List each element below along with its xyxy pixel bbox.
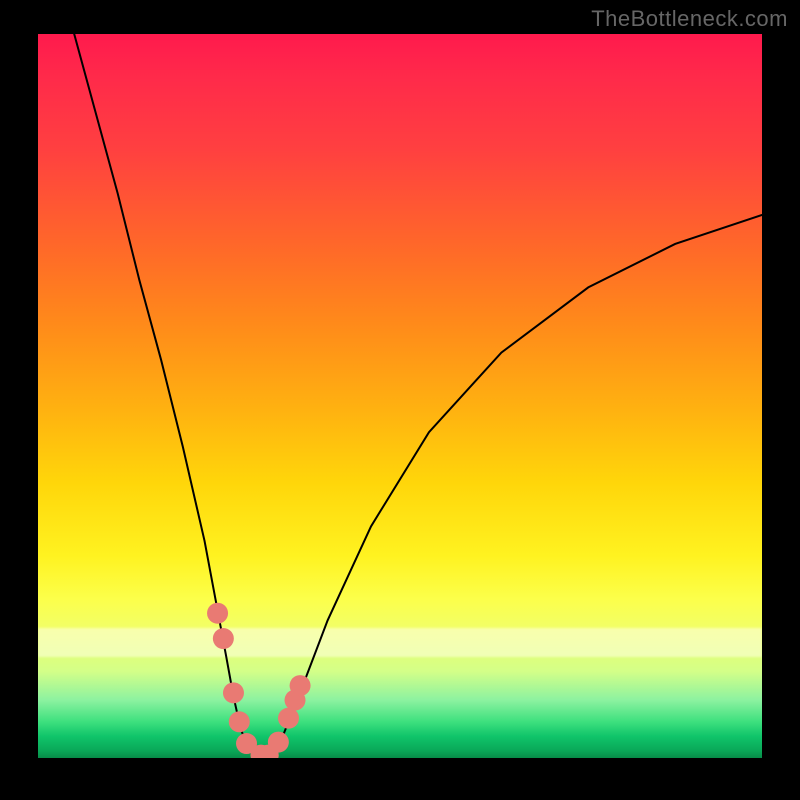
chart-frame: TheBottleneck.com bbox=[0, 0, 800, 800]
curve-marker bbox=[223, 682, 244, 703]
curve-marker bbox=[290, 675, 311, 696]
chart-svg bbox=[38, 34, 762, 758]
curve-line bbox=[74, 34, 762, 755]
curve-marker bbox=[268, 732, 289, 753]
curve-marker bbox=[207, 603, 228, 624]
plot-area bbox=[38, 34, 762, 758]
curve-marker bbox=[229, 711, 250, 732]
curve-marker bbox=[278, 708, 299, 729]
curve-markers bbox=[207, 603, 311, 758]
watermark-text: TheBottleneck.com bbox=[591, 6, 788, 32]
curve-marker bbox=[213, 628, 234, 649]
